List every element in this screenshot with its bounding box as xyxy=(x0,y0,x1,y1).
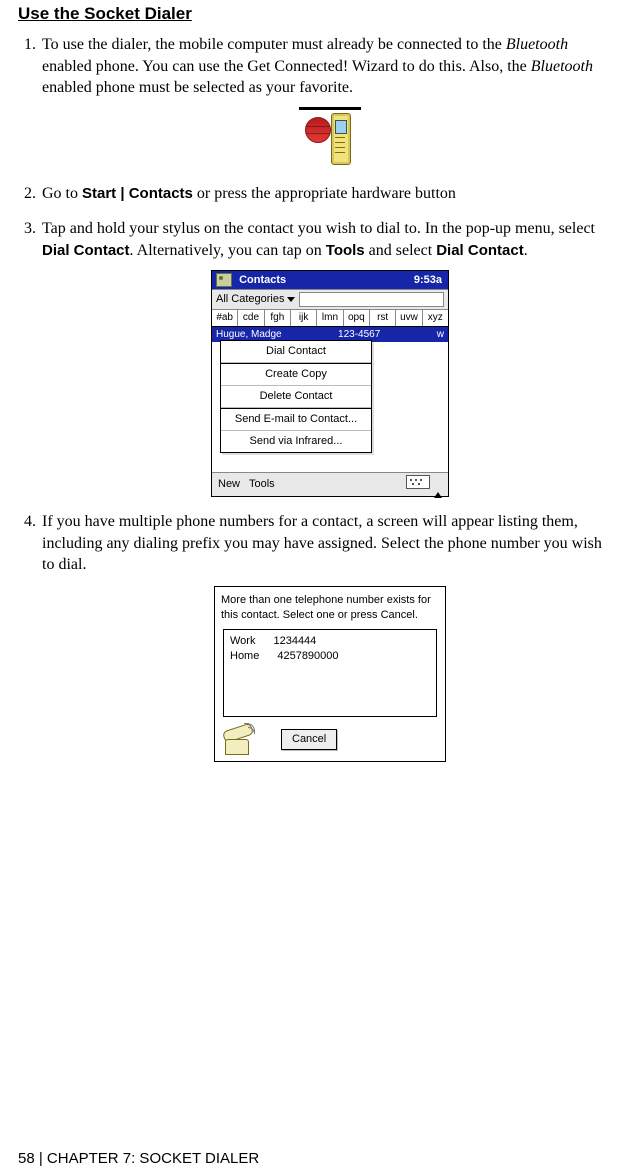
contacts-titlebar: Contacts 9:53a xyxy=(212,271,448,290)
find-input[interactable] xyxy=(299,292,444,307)
contact-name: Hugue, Madge xyxy=(216,328,282,342)
number-select-message: More than one telephone number exists fo… xyxy=(221,593,439,623)
menu-tools[interactable]: Tools xyxy=(249,478,275,490)
number-select-window: More than one telephone number exists fo… xyxy=(214,586,446,762)
menu-send-email[interactable]: Send E-mail to Contact... xyxy=(221,408,371,431)
number-label: Home xyxy=(230,649,259,664)
globe-phone-icon xyxy=(299,107,361,169)
number-label: Work xyxy=(230,634,255,649)
step-3-tools: Tools xyxy=(326,242,365,259)
number-listbox: Work 1234444 Home 4257890000 xyxy=(223,629,437,717)
contacts-body: Dial Contact Create Copy Delete Contact … xyxy=(212,340,448,472)
step-1: To use the dialer, the mobile computer m… xyxy=(40,34,618,169)
alpha-tab[interactable]: #ab xyxy=(212,310,238,326)
step-1-text-c: enabled phone. You can use the Get Conne… xyxy=(42,58,531,75)
step-3-text-a: Tap and hold your stylus on the contact … xyxy=(42,220,595,237)
menu-create-copy[interactable]: Create Copy xyxy=(221,363,371,386)
page-footer: 58 | CHAPTER 7: SOCKET DIALER xyxy=(18,1150,259,1167)
alpha-tab[interactable]: rst xyxy=(370,310,396,326)
cancel-button[interactable]: Cancel xyxy=(281,729,337,750)
contacts-category-bar: All Categories xyxy=(212,289,448,310)
contact-type-tag: w xyxy=(437,328,444,342)
step-2: Go to Start | Contacts or press the appr… xyxy=(40,183,618,205)
list-item[interactable]: Home 4257890000 xyxy=(230,649,430,664)
step-3-dial-contact-1: Dial Contact xyxy=(42,242,130,259)
globe-phone-figure xyxy=(42,107,618,169)
number-value: 4257890000 xyxy=(277,649,338,664)
number-value: 1234444 xyxy=(273,634,316,649)
contacts-window: Contacts 9:53a All Categories #ab cde xyxy=(211,270,449,498)
step-3-text-c: . Alternatively, you can tap on xyxy=(130,242,326,259)
step-1-bluetooth-1: Bluetooth xyxy=(506,36,568,53)
contact-number: 123-4567 xyxy=(338,328,380,342)
step-4: If you have multiple phone numbers for a… xyxy=(40,511,618,761)
chevron-up-icon[interactable] xyxy=(434,480,442,498)
menu-new[interactable]: New xyxy=(218,478,240,490)
section-heading: Use the Socket Dialer xyxy=(18,4,618,24)
contacts-bottom-bar: New Tools xyxy=(212,472,448,496)
step-1-text-a: To use the dialer, the mobile computer m… xyxy=(42,36,506,53)
step-3: Tap and hold your stylus on the contact … xyxy=(40,218,618,497)
alpha-tab[interactable]: ijk xyxy=(291,310,317,326)
alpha-tab[interactable]: uvw xyxy=(396,310,422,326)
alpha-tab[interactable]: cde xyxy=(238,310,264,326)
chevron-down-icon xyxy=(287,297,295,302)
menu-send-infrared[interactable]: Send via Infrared... xyxy=(221,431,371,452)
categories-dropdown[interactable]: All Categories xyxy=(216,292,295,307)
contacts-window-figure: Contacts 9:53a All Categories #ab cde xyxy=(42,270,618,498)
step-3-dial-contact-2: Dial Contact xyxy=(436,242,524,259)
step-4-text: If you have multiple phone numbers for a… xyxy=(42,513,602,573)
alpha-tab[interactable]: opq xyxy=(344,310,370,326)
context-menu: Dial Contact Create Copy Delete Contact … xyxy=(220,340,372,452)
categories-label: All Categories xyxy=(216,292,284,307)
menu-delete-contact[interactable]: Delete Contact xyxy=(221,386,371,408)
alpha-tab[interactable]: fgh xyxy=(265,310,291,326)
contacts-title: Contacts xyxy=(239,274,286,286)
step-1-bluetooth-2: Bluetooth xyxy=(531,58,593,75)
step-3-text-g: . xyxy=(524,242,528,259)
step-2-text-a: Go to xyxy=(42,185,82,202)
alpha-tab[interactable]: xyz xyxy=(423,310,448,326)
list-item[interactable]: Work 1234444 xyxy=(230,634,430,649)
menu-dial-contact[interactable]: Dial Contact xyxy=(221,341,371,363)
keyboard-icon[interactable] xyxy=(406,475,430,489)
step-2-start-contacts: Start | Contacts xyxy=(82,185,193,202)
phone-dial-icon[interactable] xyxy=(225,725,253,755)
step-1-text-e: enabled phone must be selected as your f… xyxy=(42,79,353,96)
step-2-text-c: or press the appropriate hardware button xyxy=(193,185,456,202)
alpha-tab[interactable]: lmn xyxy=(317,310,343,326)
contacts-clock: 9:53a xyxy=(414,273,442,288)
number-select-figure: More than one telephone number exists fo… xyxy=(42,586,618,762)
contacts-alpha-tabs: #ab cde fgh ijk lmn opq rst uvw xyz xyxy=(212,310,448,327)
contacts-app-icon xyxy=(216,273,232,287)
steps-list: To use the dialer, the mobile computer m… xyxy=(18,34,618,762)
step-3-text-e: and select xyxy=(365,242,437,259)
